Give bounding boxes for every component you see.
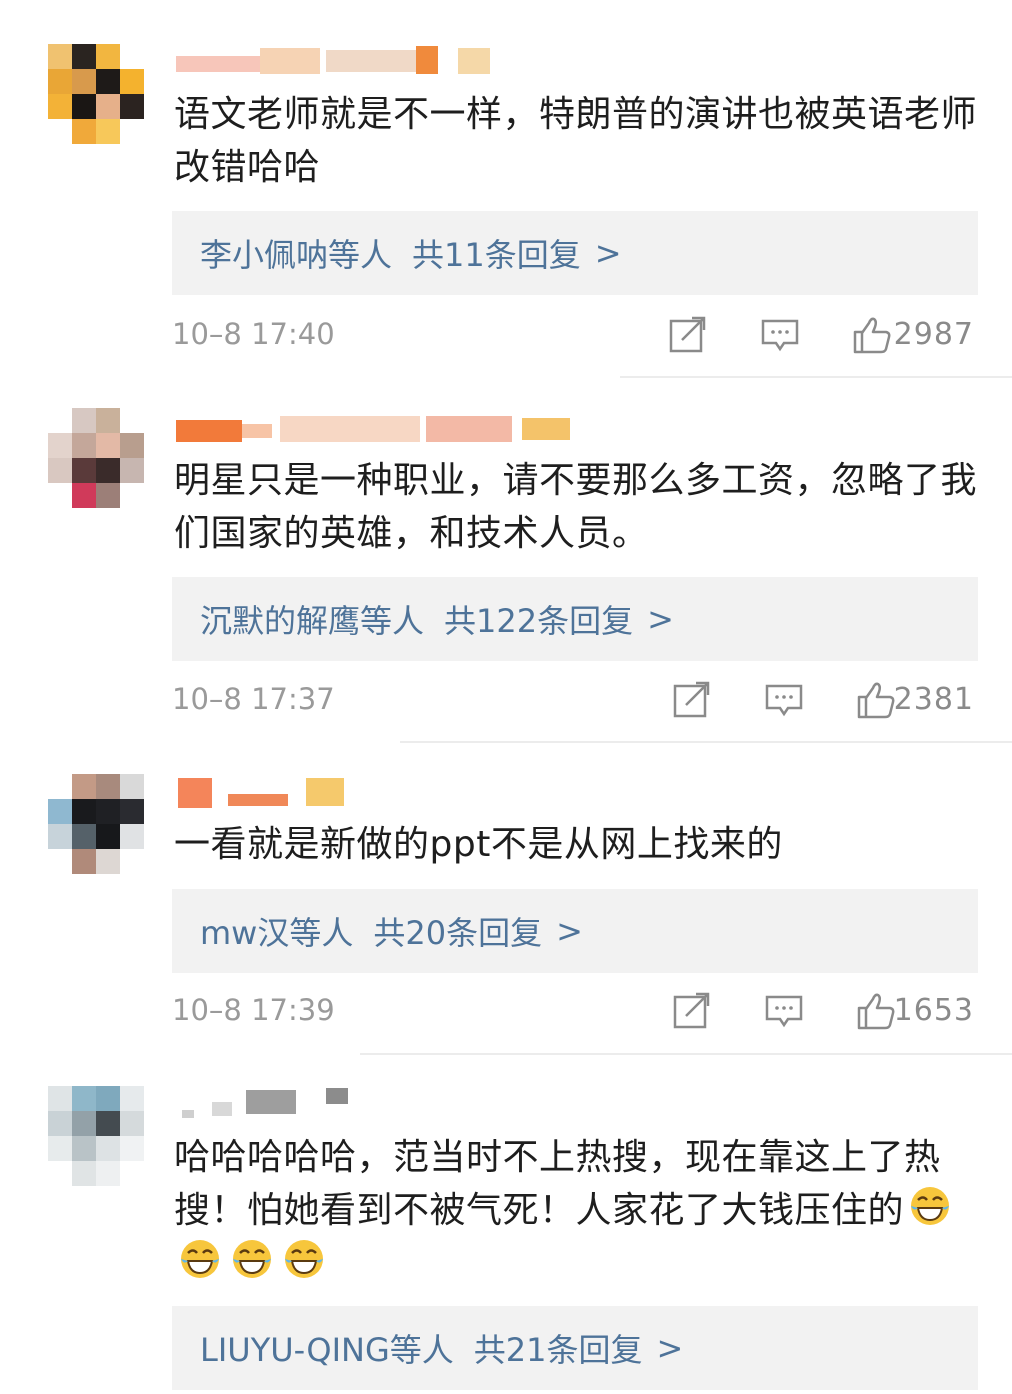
avatar[interactable] xyxy=(48,408,144,508)
reply-count: 共122条回复 xyxy=(444,602,634,640)
comment-bubble-icon[interactable] xyxy=(764,991,804,1031)
divider xyxy=(400,741,1012,743)
username-blurred[interactable] xyxy=(176,1084,376,1118)
comment-text: 一看就是新做的ppt不是从网上找来的 xyxy=(174,824,783,865)
laughing-crying-emoji-icon xyxy=(178,1237,222,1281)
reply-users: mw汉等人 xyxy=(200,914,354,952)
comment-meta: 10–8 17:40 2987 xyxy=(172,311,978,361)
replies-link[interactable]: 李小佩呐等人 共11条回复 > xyxy=(172,211,978,295)
divider xyxy=(360,1053,1012,1055)
username-blurred[interactable] xyxy=(176,776,356,810)
timestamp: 10–8 17:37 xyxy=(172,682,335,716)
reply-count: 共11条回复 xyxy=(412,236,581,274)
share-edit-icon[interactable] xyxy=(672,991,712,1031)
comment-text-body: 哈哈哈哈哈，范当时不上热搜，现在靠这上了热搜！怕她看到不被气死！人家花了大钱压住… xyxy=(174,1137,941,1231)
avatar[interactable] xyxy=(48,1086,144,1186)
reply-count: 共21条回复 xyxy=(473,1331,643,1369)
comment-text: 哈哈哈哈哈，范当时不上热搜，现在靠这上了热搜！怕她看到不被气死！人家花了大钱压住… xyxy=(174,1131,974,1290)
chevron-right-icon: > xyxy=(594,234,622,272)
thumbs-up-icon[interactable] xyxy=(856,991,896,1031)
comment-meta: 10–8 17:37 2381 xyxy=(172,676,978,726)
divider xyxy=(620,376,1012,378)
like-count: 2381 xyxy=(893,682,974,717)
avatar[interactable] xyxy=(48,44,144,144)
comment-bubble-icon[interactable] xyxy=(764,680,804,720)
chevron-right-icon: > xyxy=(647,600,674,638)
comment-text: 明星只是一种职业，请不要那么多工资，忽略了我们国家的英雄，和技术人员。 xyxy=(174,460,978,554)
share-edit-icon[interactable] xyxy=(672,680,712,720)
thumbs-up-icon[interactable] xyxy=(852,315,892,355)
chevron-right-icon: > xyxy=(656,1329,684,1367)
comment-text: 语文老师就是不一样，特朗普的演讲也被英语老师改错哈哈 xyxy=(174,94,978,188)
timestamp: 10–8 17:40 xyxy=(172,317,335,351)
replies-link[interactable]: mw汉等人 共20条回复 > xyxy=(172,889,978,973)
like-count: 2987 xyxy=(893,317,974,352)
laughing-crying-emoji-icon xyxy=(908,1184,952,1228)
share-edit-icon[interactable] xyxy=(668,315,708,355)
reply-count: 共20条回复 xyxy=(373,914,543,952)
comment-bubble-icon[interactable] xyxy=(760,315,800,355)
chevron-right-icon: > xyxy=(556,912,583,950)
reply-users: 沉默的解鹰等人 xyxy=(200,602,425,640)
like-count: 1653 xyxy=(893,993,974,1028)
replies-link[interactable]: LIUYU-QING等人 共21条回复 > xyxy=(172,1306,978,1390)
replies-link[interactable]: 沉默的解鹰等人 共122条回复 > xyxy=(172,577,978,661)
avatar[interactable] xyxy=(48,774,144,874)
laughing-crying-emoji-icon xyxy=(282,1237,326,1281)
reply-users: LIUYU-QING等人 xyxy=(200,1331,454,1369)
timestamp: 10–8 17:39 xyxy=(172,993,335,1027)
username-blurred[interactable] xyxy=(176,412,576,446)
username-blurred[interactable] xyxy=(176,44,496,78)
comment-meta: 10–8 17:39 1653 xyxy=(172,987,978,1037)
reply-users: 李小佩呐等人 xyxy=(200,236,393,274)
thumbs-up-icon[interactable] xyxy=(856,680,896,720)
laughing-crying-emoji-icon xyxy=(230,1237,274,1281)
